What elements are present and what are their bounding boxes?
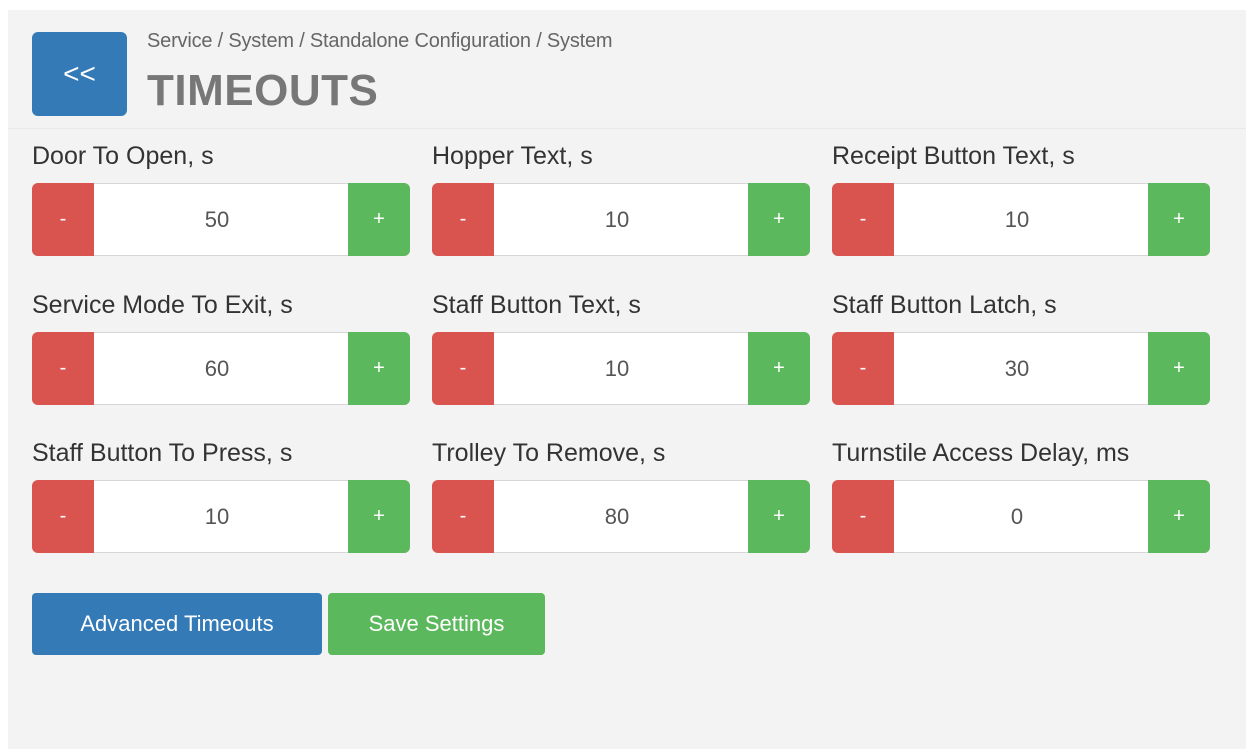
quantity-stepper: - 0 +: [832, 480, 1210, 553]
increment-button[interactable]: +: [348, 183, 410, 256]
page-title: TIMEOUTS: [147, 66, 379, 115]
field-staff-button-to-press: Staff Button To Press, s - 10 +: [32, 438, 410, 568]
field-door-to-open: Door To Open, s - 50 +: [32, 141, 410, 271]
field-label: Trolley To Remove, s: [432, 439, 666, 467]
decrement-button[interactable]: -: [432, 480, 494, 553]
field-turnstile-access-delay: Turnstile Access Delay, ms - 0 +: [832, 438, 1210, 568]
value-input[interactable]: 0: [894, 481, 1140, 552]
quantity-stepper: - 80 +: [432, 480, 810, 553]
decrement-button[interactable]: -: [432, 183, 494, 256]
quantity-stepper: - 10 +: [32, 480, 410, 553]
decrement-button[interactable]: -: [432, 332, 494, 405]
quantity-stepper: - 30 +: [832, 332, 1210, 405]
decrement-button[interactable]: -: [32, 480, 94, 553]
increment-button[interactable]: +: [1148, 480, 1210, 553]
field-label: Staff Button Text, s: [432, 291, 641, 319]
quantity-stepper: - 60 +: [32, 332, 410, 405]
quantity-stepper: - 10 +: [432, 183, 810, 256]
value-input[interactable]: 10: [494, 333, 740, 404]
decrement-button[interactable]: -: [32, 332, 94, 405]
value-input[interactable]: 10: [94, 481, 340, 552]
increment-button[interactable]: +: [1148, 332, 1210, 405]
increment-button[interactable]: +: [748, 480, 810, 553]
decrement-button[interactable]: -: [832, 480, 894, 553]
field-label: Receipt Button Text, s: [832, 142, 1075, 170]
field-label: Staff Button To Press, s: [32, 439, 293, 467]
quantity-stepper: - 10 +: [832, 183, 1210, 256]
field-staff-button-latch: Staff Button Latch, s - 30 +: [832, 290, 1210, 420]
value-input[interactable]: 30: [894, 333, 1140, 404]
quantity-stepper: - 50 +: [32, 183, 410, 256]
increment-button[interactable]: +: [1148, 183, 1210, 256]
field-label: Service Mode To Exit, s: [32, 291, 293, 319]
back-button[interactable]: <<: [32, 32, 127, 116]
field-staff-button-text: Staff Button Text, s - 10 +: [432, 290, 810, 420]
field-label: Hopper Text, s: [432, 142, 593, 170]
increment-button[interactable]: +: [348, 480, 410, 553]
field-receipt-button-text: Receipt Button Text, s - 10 +: [832, 141, 1210, 271]
field-trolley-to-remove: Trolley To Remove, s - 80 +: [432, 438, 810, 568]
decrement-button[interactable]: -: [32, 183, 94, 256]
increment-button[interactable]: +: [748, 183, 810, 256]
value-input[interactable]: 80: [494, 481, 740, 552]
value-input[interactable]: 10: [494, 184, 740, 255]
field-label: Door To Open, s: [32, 142, 214, 170]
decrement-button[interactable]: -: [832, 183, 894, 256]
increment-button[interactable]: +: [348, 332, 410, 405]
value-input[interactable]: 10: [894, 184, 1140, 255]
field-label: Turnstile Access Delay, ms: [832, 439, 1130, 467]
save-settings-button[interactable]: Save Settings: [328, 593, 545, 655]
header-divider: [8, 128, 1246, 129]
field-service-mode-to-exit: Service Mode To Exit, s - 60 +: [32, 290, 410, 420]
timeouts-panel: << Service / System / Standalone Configu…: [8, 10, 1246, 749]
field-label: Staff Button Latch, s: [832, 291, 1057, 319]
field-hopper-text: Hopper Text, s - 10 +: [432, 141, 810, 271]
increment-button[interactable]: +: [748, 332, 810, 405]
advanced-timeouts-button[interactable]: Advanced Timeouts: [32, 593, 322, 655]
value-input[interactable]: 60: [94, 333, 340, 404]
page-header: << Service / System / Standalone Configu…: [8, 10, 1246, 128]
quantity-stepper: - 10 +: [432, 332, 810, 405]
decrement-button[interactable]: -: [832, 332, 894, 405]
value-input[interactable]: 50: [94, 184, 340, 255]
breadcrumb: Service / System / Standalone Configurat…: [147, 30, 613, 52]
